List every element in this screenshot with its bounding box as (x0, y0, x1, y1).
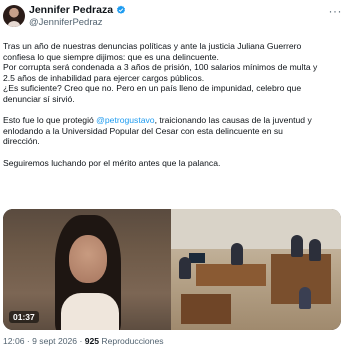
tweet-text: Tras un año de nuestras denuncias políti… (3, 41, 343, 168)
courtroom-person (291, 235, 303, 257)
mention-link[interactable]: @petrogustavo (96, 115, 154, 125)
tweet-header: Jennifer Pedraza @JenniferPedraz ··· (0, 0, 350, 34)
tweet-line: Esto fue lo que protegió @petrogustavo, … (3, 115, 343, 126)
tweet-line: dirección. (3, 136, 40, 147)
more-options-icon[interactable]: ··· (329, 4, 343, 18)
tweet-line: Tras un año de nuestras denuncias políti… (3, 41, 302, 51)
video-figure-face (69, 235, 107, 283)
courtroom-person (299, 287, 311, 309)
tweet-line: enlodando a la Universidad Popular del C… (3, 125, 283, 136)
courtroom-desk (181, 294, 231, 324)
tweet-line: ¿Es suficiente? Creo que no. Pero en un … (3, 83, 302, 94)
tweet-text-segment: , traicionando las causas de la juventud… (154, 115, 312, 126)
tweet-line: Seguiremos luchando por el mérito antes … (3, 157, 221, 168)
avatar[interactable] (3, 5, 25, 27)
tweet-line: confiesa lo que siempre dijimos: que es … (3, 51, 219, 62)
author-handle[interactable]: @JenniferPedraz (29, 17, 103, 28)
courtroom-person (309, 239, 321, 261)
author-name[interactable]: Jennifer Pedraza (29, 4, 113, 16)
author-name-row: Jennifer Pedraza (29, 4, 126, 16)
tweet-line: 2.5 años de inhabilidad para ejercer car… (3, 72, 205, 83)
courtroom-monitor (189, 253, 205, 263)
courtroom-person (231, 243, 243, 265)
video-figure-shirt (61, 293, 119, 330)
courtroom-person (179, 257, 191, 279)
tweet-line: Por corrupta será condenada a 3 años de … (3, 62, 318, 73)
views-count: 925 (84, 336, 100, 346)
courtroom-desk (196, 264, 266, 286)
tweet-line: denunciar sí sirvió. (3, 93, 75, 104)
video-duration: 01:37 (9, 311, 39, 323)
video-player[interactable]: 01:37 (3, 209, 341, 330)
verified-badge-icon (117, 5, 126, 14)
views-label: Reproducciones (99, 336, 164, 346)
video-right-panel (171, 209, 341, 330)
tweet-text-segment: Esto fue lo que protegió (3, 115, 97, 126)
tweet-timestamp[interactable]: 12:06 · 9 sept 2026 · (3, 336, 85, 346)
tweet-meta: 12:06 · 9 sept 2026 · 925 Reproducciones (3, 336, 164, 346)
